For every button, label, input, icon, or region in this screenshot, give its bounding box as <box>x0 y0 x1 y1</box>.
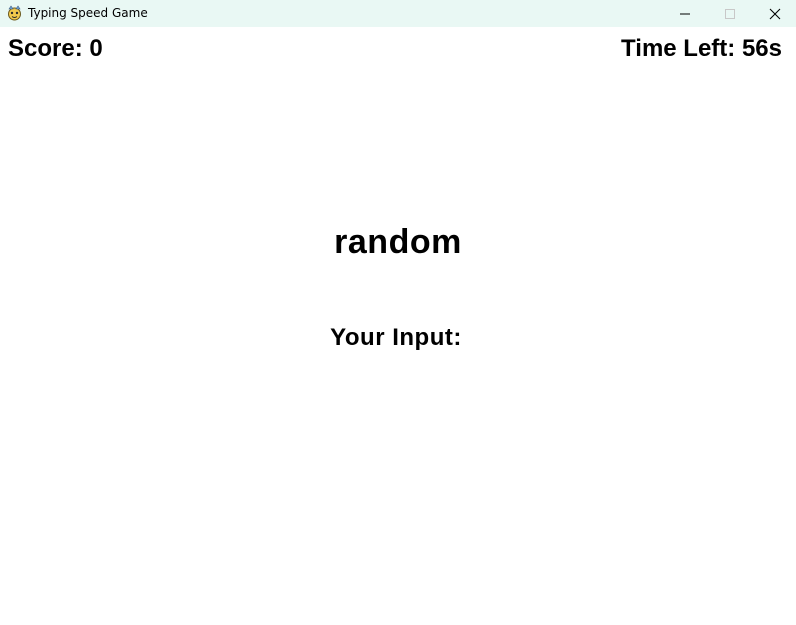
minimize-icon <box>679 13 690 14</box>
maximize-button[interactable] <box>707 0 752 27</box>
game-canvas[interactable]: Score: 0 Time Left: 56s random Your Inpu… <box>0 27 796 625</box>
time-left-display: Time Left: 56s <box>621 35 782 62</box>
window-title: Typing Speed Game <box>28 6 148 20</box>
close-button[interactable] <box>752 0 796 27</box>
input-label: Your Input: <box>330 324 462 351</box>
close-icon <box>769 8 780 19</box>
maximize-icon <box>724 8 735 19</box>
minimize-button[interactable] <box>662 0 707 27</box>
score-display: Score: 0 <box>8 35 103 62</box>
game-window: Typing Speed Game Score: 0 Time Left: 56… <box>0 0 796 625</box>
target-word: random <box>334 223 462 261</box>
app-icon <box>8 5 21 21</box>
title-bar[interactable]: Typing Speed Game <box>0 0 796 27</box>
typed-input[interactable] <box>0 357 796 385</box>
